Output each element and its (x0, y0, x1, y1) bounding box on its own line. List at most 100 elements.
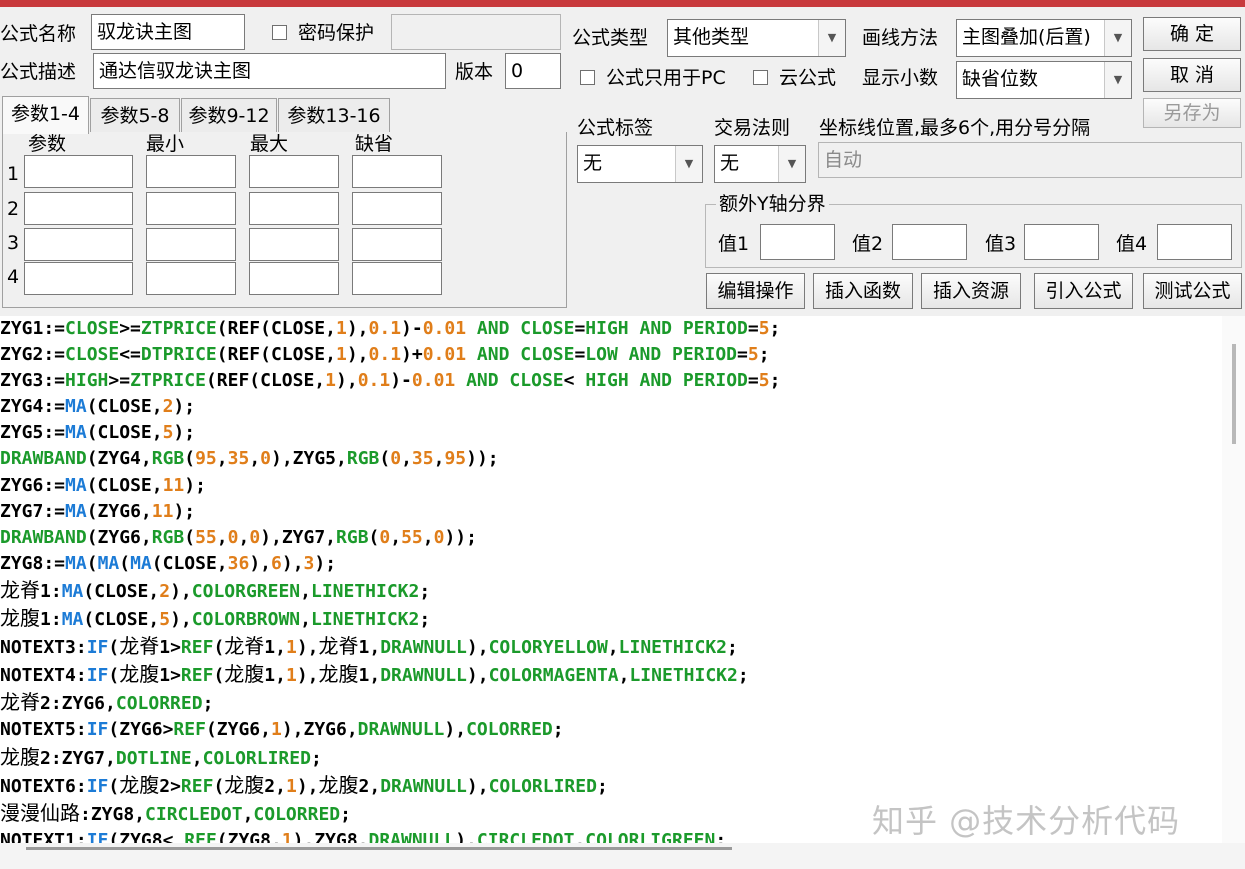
save-as-button[interactable]: 另存为 (1143, 98, 1241, 128)
version-label: 版本 (455, 61, 494, 83)
param-min-input[interactable] (146, 192, 236, 225)
code-token: CLOSE (65, 318, 120, 339)
param-default-input[interactable] (352, 262, 442, 295)
code-token: 1: (40, 609, 62, 631)
cancel-button[interactable]: 取 消 (1143, 58, 1241, 92)
value3-input[interactable] (1024, 224, 1099, 260)
code-token: , (300, 609, 311, 631)
code-token: ZYG4:= (0, 396, 66, 418)
code-line: NOTEXT5:IF(ZYG6>REF(ZYG6,1),ZYG6,DRAWNUL… (0, 717, 780, 743)
code-token: COLORLIGREEN (585, 829, 716, 843)
edit-ops-button[interactable]: 编辑操作 (706, 273, 805, 309)
param-name-input[interactable] (24, 155, 133, 188)
formula-name-input[interactable]: 驭龙诀主图 (91, 14, 245, 50)
code-token: COLORRED (466, 719, 553, 741)
code-token: LOW AND PERIOD (585, 344, 738, 366)
param-name-input[interactable] (24, 228, 133, 261)
code-token: 55 (195, 526, 217, 548)
code-token: , (300, 580, 311, 602)
code-token: 1, (264, 665, 286, 687)
code-token: ); (184, 474, 206, 496)
formula-name-label: 公式名称 (0, 23, 77, 45)
code-token: (REF(CLOSE, (216, 318, 336, 339)
tab-params-5-8[interactable]: 参数5-8 (90, 98, 180, 132)
code-line: 龙脊1:MA(CLOSE,2),COLORGREEN,LINETHICK2; (0, 577, 780, 605)
tab-params-13-16[interactable]: 参数13-16 (278, 98, 390, 132)
code-token: , (390, 526, 402, 548)
coord-line-input[interactable]: 自动 (818, 142, 1242, 178)
code-token: ), (249, 552, 272, 574)
vertical-scrollbar[interactable] (1222, 316, 1245, 843)
formula-type-select[interactable]: 其他类型 ▼ (667, 19, 846, 57)
tab-params-9-12[interactable]: 参数9-12 (181, 98, 277, 132)
code-token: DRAWBAND (0, 526, 87, 548)
tab-params-1-4[interactable]: 参数1-4 (2, 96, 89, 134)
code-token: 95 (444, 448, 467, 470)
code-token: 3 (303, 552, 315, 574)
decimals-select[interactable]: 缺省位数 ▼ (956, 61, 1132, 99)
import-formula-button[interactable]: 引入公式 (1034, 273, 1133, 309)
param-default-input[interactable] (352, 155, 442, 188)
scroll-thumb[interactable] (1232, 344, 1236, 444)
param-min-input[interactable] (146, 228, 236, 261)
code-token: (CLOSE, (86, 422, 163, 444)
code-token: ; (769, 318, 781, 339)
code-token: 1, (358, 665, 381, 687)
password-checkbox[interactable] (272, 25, 287, 40)
value1-input[interactable] (760, 224, 835, 260)
ok-button[interactable]: 确 定 (1143, 17, 1241, 51)
param-default-input[interactable] (352, 228, 442, 261)
horizontal-scrollbar[interactable] (0, 843, 1245, 869)
param-default-input[interactable] (352, 192, 442, 225)
code-token: ( (184, 448, 196, 470)
insert-resource-button[interactable]: 插入资源 (921, 273, 1021, 309)
code-line: DRAWBAND(ZYG4,RGB(95,35,0),ZYG5,RGB(0,35… (0, 446, 780, 472)
code-token: 龙腹 (119, 662, 160, 687)
test-formula-button[interactable]: 测试公式 (1143, 273, 1242, 309)
code-editor[interactable]: ZYG1:=CLOSE>=ZTPRICE(REF(CLOSE,1),0.1)-0… (0, 316, 1245, 843)
code-token: (CLOSE, (86, 474, 163, 496)
code-token: NOTEXT1: (0, 829, 87, 843)
draw-method-label: 画线方法 (862, 27, 939, 49)
code-token: 0 (227, 526, 239, 548)
code-token: (ZYG6, (86, 500, 152, 522)
formula-tag-select[interactable]: 无 ▼ (577, 145, 703, 183)
param-min-input[interactable] (146, 155, 236, 188)
code-token: ; (419, 609, 431, 631)
code-line: ZYG7:=MA(ZYG6,11); (0, 499, 780, 525)
code-token: 0 (379, 526, 391, 548)
code-token: 龙脊 (119, 634, 160, 659)
code-token: COLORLIRED (202, 747, 311, 769)
value2-input[interactable] (892, 224, 967, 260)
code-token: ( (108, 637, 120, 659)
cloud-formula-checkbox[interactable] (753, 70, 768, 85)
code-token: MA (130, 552, 152, 574)
col-min-header: 最小 (146, 133, 185, 155)
code-token: = (747, 318, 759, 339)
param-name-input[interactable] (24, 192, 133, 225)
code-token: ZYG7:= (0, 500, 66, 522)
code-token: COLORRED (115, 693, 203, 715)
param-max-input[interactable] (249, 262, 339, 295)
value4-input[interactable] (1157, 224, 1232, 260)
draw-method-select[interactable]: 主图叠加(后置) ▼ (956, 19, 1132, 57)
pc-only-checkbox[interactable] (580, 70, 595, 85)
code-token: 2:ZYG6, (40, 693, 116, 715)
code-token: ZYG1:= (0, 318, 66, 339)
param-max-input[interactable] (249, 192, 339, 225)
code-token: 1 (335, 344, 347, 366)
code-token: COLORYELLOW (488, 637, 608, 659)
code-token: ( (213, 637, 225, 659)
code-token: 0.1 (357, 370, 391, 392)
param-name-input[interactable] (24, 262, 133, 295)
code-token: ), (444, 719, 467, 741)
scroll-thumb[interactable] (26, 847, 732, 850)
trade-rule-select[interactable]: 无 ▼ (714, 145, 806, 183)
param-max-input[interactable] (249, 228, 339, 261)
formula-desc-input[interactable]: 通达信驭龙诀主图 (93, 53, 446, 89)
param-max-input[interactable] (249, 155, 339, 188)
insert-function-button[interactable]: 插入函数 (813, 273, 913, 309)
param-min-input[interactable] (146, 262, 236, 295)
code-token: DRAWNULL (357, 719, 445, 741)
version-input[interactable]: 0 (505, 53, 561, 89)
